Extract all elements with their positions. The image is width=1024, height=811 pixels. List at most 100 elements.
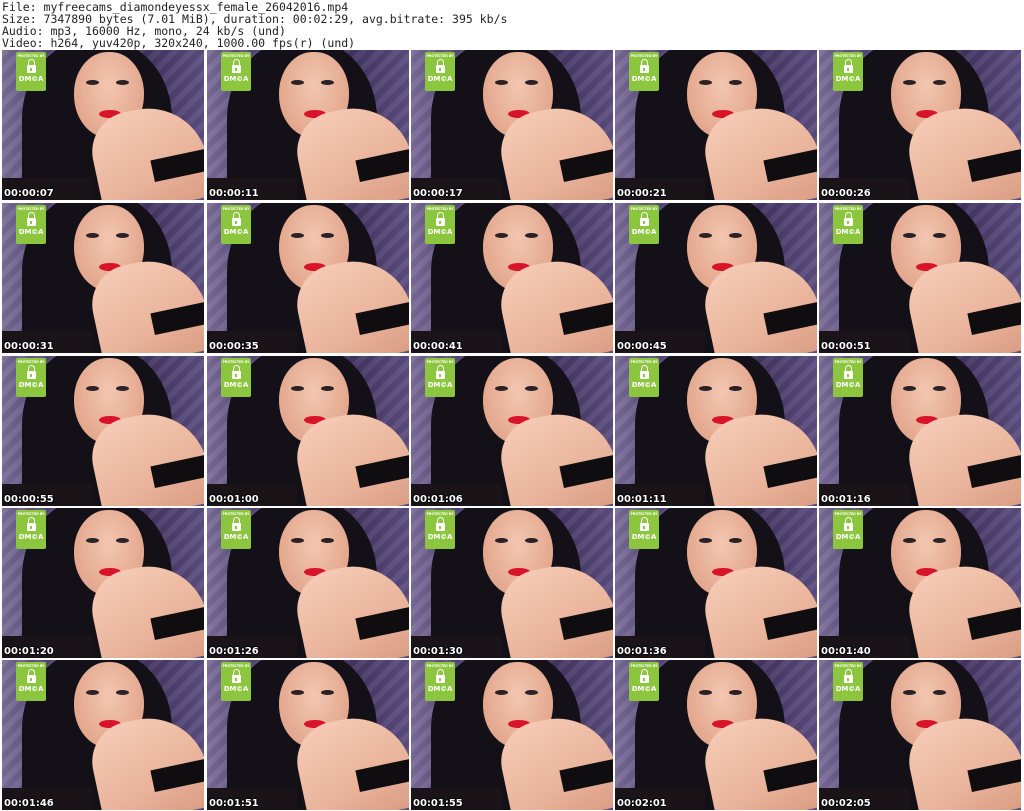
thumbnail-eye <box>291 80 304 85</box>
dmca-protected-label: PROTECTED BY <box>17 207 45 211</box>
dmca-label: DM©A <box>631 533 657 541</box>
lock-icon <box>843 669 854 683</box>
lock-icon <box>843 365 854 379</box>
thumbnail-eye <box>321 690 334 695</box>
thumbnail-eye <box>495 233 508 238</box>
video-thumbnail: PROTECTED BY DM©A 00:00:41 <box>411 203 613 353</box>
dmca-label: DM©A <box>223 685 249 693</box>
thumbnail-eye <box>116 233 129 238</box>
dmca-protected-label: PROTECTED BY <box>426 664 454 668</box>
thumbnail-eye <box>291 386 304 391</box>
thumbnail-eye <box>525 538 538 543</box>
video-thumbnail: PROTECTED BY DM©A 00:01:16 <box>819 356 1021 506</box>
dmca-protected-label: PROTECTED BY <box>222 54 250 58</box>
lock-icon <box>231 59 242 73</box>
dmca-protected-label: PROTECTED BY <box>17 54 45 58</box>
dmca-badge: PROTECTED BY DM©A <box>833 662 863 701</box>
thumbnail-eye <box>525 80 538 85</box>
thumbnail-eye <box>116 80 129 85</box>
thumbnail-eye <box>729 80 742 85</box>
thumbnail-eye <box>729 690 742 695</box>
thumbnail-eye <box>86 538 99 543</box>
dmca-protected-label: PROTECTED BY <box>426 360 454 364</box>
video-thumbnail: PROTECTED BY DM©A 00:00:26 <box>819 50 1021 200</box>
thumbnail-timestamp: 00:01:30 <box>413 646 463 657</box>
thumbnail-grid: PROTECTED BY DM©A 00:00:07 PROTECTED BY DM©A… <box>0 50 1024 811</box>
dmca-label: DM©A <box>223 228 249 236</box>
dmca-protected-label: PROTECTED BY <box>834 207 862 211</box>
video-info-line: Video: h264, yuv420p, 320x240, 1000.00 f… <box>2 36 356 50</box>
video-thumbnail: PROTECTED BY DM©A 00:01:51 <box>207 660 409 810</box>
video-thumbnail: PROTECTED BY DM©A 00:00:07 <box>2 50 204 200</box>
video-thumbnail: PROTECTED BY DM©A 00:02:01 <box>615 660 817 810</box>
dmca-label: DM©A <box>223 75 249 83</box>
dmca-badge: PROTECTED BY DM©A <box>425 205 455 244</box>
lock-icon <box>26 669 37 683</box>
dmca-label: DM©A <box>631 228 657 236</box>
dmca-label: DM©A <box>835 75 861 83</box>
lock-icon <box>843 212 854 226</box>
dmca-protected-label: PROTECTED BY <box>426 207 454 211</box>
dmca-badge: PROTECTED BY DM©A <box>16 358 46 397</box>
dmca-badge: PROTECTED BY DM©A <box>16 52 46 91</box>
lock-icon <box>639 59 650 73</box>
dmca-label: DM©A <box>427 533 453 541</box>
thumbnail-eye <box>933 233 946 238</box>
dmca-badge: PROTECTED BY DM©A <box>16 662 46 701</box>
dmca-badge: PROTECTED BY DM©A <box>221 205 251 244</box>
thumbnail-timestamp: 00:01:26 <box>209 646 259 657</box>
lock-icon <box>639 212 650 226</box>
thumbnail-timestamp: 00:00:07 <box>4 188 54 199</box>
thumbnail-eye <box>291 690 304 695</box>
thumbnail-timestamp: 00:01:00 <box>209 494 259 505</box>
thumbnail-eye <box>86 690 99 695</box>
thumbnail-timestamp: 00:01:06 <box>413 494 463 505</box>
dmca-badge: PROTECTED BY DM©A <box>629 205 659 244</box>
lock-icon <box>26 517 37 531</box>
lock-icon <box>231 669 242 683</box>
lock-icon <box>843 59 854 73</box>
dmca-protected-label: PROTECTED BY <box>222 664 250 668</box>
dmca-label: DM©A <box>18 533 44 541</box>
thumbnail-eye <box>903 538 916 543</box>
dmca-protected-label: PROTECTED BY <box>834 664 862 668</box>
dmca-badge: PROTECTED BY DM©A <box>833 358 863 397</box>
lock-icon <box>26 365 37 379</box>
video-thumbnail: PROTECTED BY DM©A 00:00:55 <box>2 356 204 506</box>
thumbnail-eye <box>729 233 742 238</box>
thumbnail-eye <box>933 538 946 543</box>
dmca-label: DM©A <box>18 685 44 693</box>
thumbnail-eye <box>116 538 129 543</box>
thumbnail-eye <box>933 690 946 695</box>
thumbnail-eye <box>495 690 508 695</box>
dmca-label: DM©A <box>223 533 249 541</box>
dmca-label: DM©A <box>223 381 249 389</box>
video-thumbnail: PROTECTED BY DM©A 00:01:30 <box>411 508 613 658</box>
thumbnail-timestamp: 00:00:26 <box>821 188 871 199</box>
lock-icon <box>843 517 854 531</box>
video-thumbnail: PROTECTED BY DM©A 00:01:46 <box>2 660 204 810</box>
thumbnail-eye <box>903 690 916 695</box>
dmca-label: DM©A <box>427 381 453 389</box>
lock-icon <box>26 212 37 226</box>
lock-icon <box>435 669 446 683</box>
video-thumbnail: PROTECTED BY DM©A 00:00:35 <box>207 203 409 353</box>
dmca-label: DM©A <box>18 381 44 389</box>
video-thumbnail: PROTECTED BY DM©A 00:01:11 <box>615 356 817 506</box>
thumbnail-eye <box>903 233 916 238</box>
file-info-header: File: myfreecams_diamondeyessx_female_26… <box>0 0 1024 50</box>
thumbnail-eye <box>699 690 712 695</box>
thumbnail-timestamp: 00:01:36 <box>617 646 667 657</box>
dmca-protected-label: PROTECTED BY <box>222 207 250 211</box>
thumbnail-eye <box>116 386 129 391</box>
dmca-badge: PROTECTED BY DM©A <box>221 358 251 397</box>
thumbnail-eye <box>321 386 334 391</box>
dmca-label: DM©A <box>835 533 861 541</box>
dmca-protected-label: PROTECTED BY <box>630 207 658 211</box>
thumbnail-eye <box>321 233 334 238</box>
video-thumbnail: PROTECTED BY DM©A 00:01:06 <box>411 356 613 506</box>
thumbnail-timestamp: 00:00:45 <box>617 341 667 352</box>
lock-icon <box>231 517 242 531</box>
lock-icon <box>231 365 242 379</box>
thumbnail-eye <box>116 690 129 695</box>
